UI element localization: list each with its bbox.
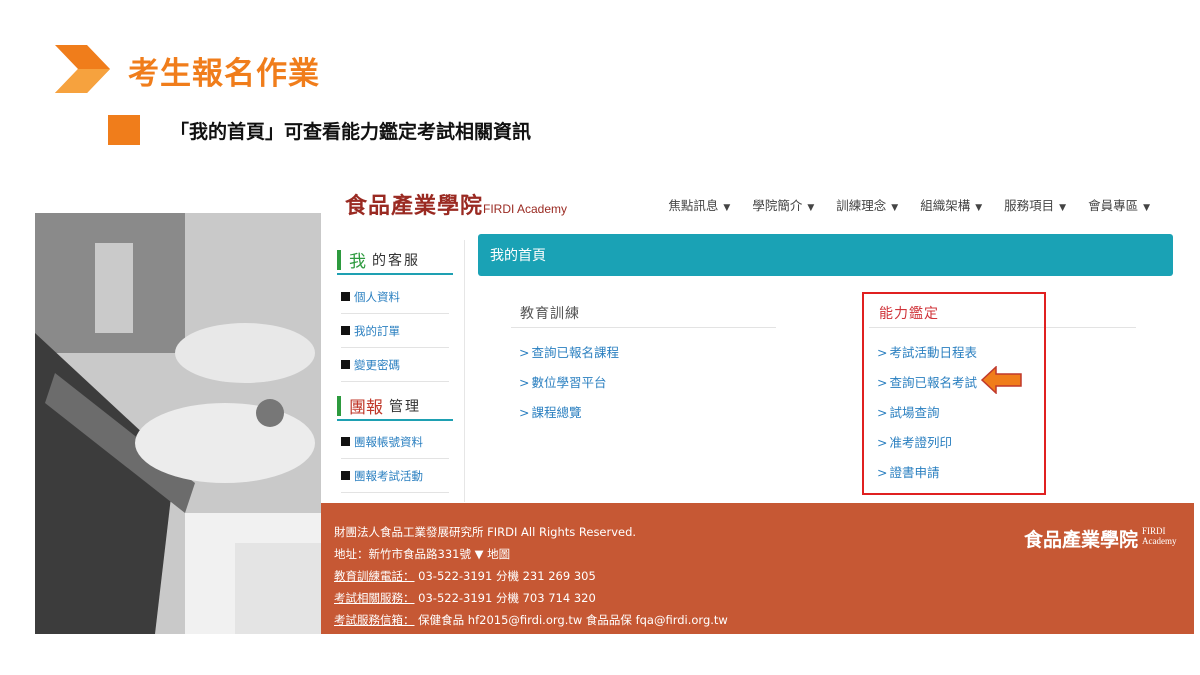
caret-down-icon: ▼ [891, 203, 899, 213]
sidebar-item-orders[interactable]: 我的訂單 [341, 314, 449, 348]
map-link[interactable]: 地圖 [487, 547, 510, 561]
sidebar-item-group-exam[interactable]: 團報考試活動 [341, 459, 449, 493]
bullet-square [108, 115, 140, 145]
sidebar-item-group-account[interactable]: 團報帳號資料 [341, 425, 449, 459]
top-nav: 焦點訊息 ▼ 學院簡介 ▼ 訓練理念 ▼ 組織架構 ▼ 服務項目 ▼ 會員專區 ▼ [668, 195, 1150, 214]
nav-member[interactable]: 會員專區 ▼ [1088, 195, 1150, 214]
sidebar-service-header: 我 的客服 [337, 246, 453, 275]
link-course-overview[interactable]: > 課程總覽 [519, 402, 582, 421]
footer-exam-service: 考試相關服務： 03-522-3191 分機 703 714 320 [334, 591, 596, 605]
sidebar-item-change-password[interactable]: 變更密碼 [341, 348, 449, 382]
nav-services[interactable]: 服務項目 ▼ [1004, 195, 1066, 214]
sidebar-item-profile[interactable]: 個人資料 [341, 280, 449, 314]
chevron-right-icon: > [519, 375, 530, 390]
nav-focus-news[interactable]: 焦點訊息 ▼ [668, 195, 730, 214]
link-registered-courses[interactable]: > 查詢已報名課程 [519, 342, 619, 361]
content-header-bar: 我的首頁 [478, 234, 1173, 276]
training-title: 教育訓練 [520, 306, 580, 322]
footer-logo-english: FIRDI Academy [1142, 526, 1177, 546]
nav-about[interactable]: 學院簡介 ▼ [752, 195, 814, 214]
site-footer: 財團法人食品工業發展研究所 FIRDI All Rights Reserved.… [321, 503, 1194, 634]
slide-subtitle: 「我的首頁」可查看能力鑑定考試相關資訊 [170, 121, 532, 143]
chevron-right-icon: > [519, 345, 530, 360]
footer-training-phone: 教育訓練電話： 03-522-3191 分機 231 269 305 [334, 569, 596, 583]
left-arrow-icon [981, 366, 1022, 394]
nav-philosophy[interactable]: 訓練理念 ▼ [836, 195, 898, 214]
sidebar-group-header: 團報 管理 [337, 392, 453, 421]
site-logo-english: FIRDI Academy [483, 202, 568, 216]
chevron-right-icon: > [519, 405, 530, 420]
caret-down-icon: ▼ [1059, 203, 1067, 213]
footer-logo: 食品產業學院 [1023, 529, 1138, 551]
footer-copyright: 財團法人食品工業發展研究所 FIRDI All Rights Reserved. [334, 525, 637, 539]
chevron-arrow-icon [55, 45, 110, 93]
caret-down-icon: ▼ [1143, 203, 1150, 213]
caret-down-icon: ▼ [807, 203, 815, 213]
link-e-learning[interactable]: > 數位學習平台 [519, 372, 607, 391]
footer-exam-mail: 考試服務信箱： 保健食品 hf2015@firdi.org.tw 食品品保 fq… [334, 613, 728, 627]
content-title: 我的首頁 [490, 248, 546, 264]
map-pin-icon[interactable]: ▼ [475, 547, 484, 561]
laptop-photo [35, 213, 321, 634]
site-logo[interactable]: 食品產業學院 [345, 188, 483, 220]
footer-address: 地址：新竹市食品路331號 ▼ 地圖 [334, 547, 511, 561]
nav-organization[interactable]: 組織架構 ▼ [920, 195, 982, 214]
caret-down-icon: ▼ [975, 203, 983, 213]
website-screenshot: 食品產業學院 FIRDI Academy 焦點訊息 ▼ 學院簡介 ▼ 訓練理念 ▼ 組… [321, 180, 1194, 634]
caret-down-icon: ▼ [723, 203, 731, 213]
slide-title: 考生報名作業 [128, 56, 320, 92]
